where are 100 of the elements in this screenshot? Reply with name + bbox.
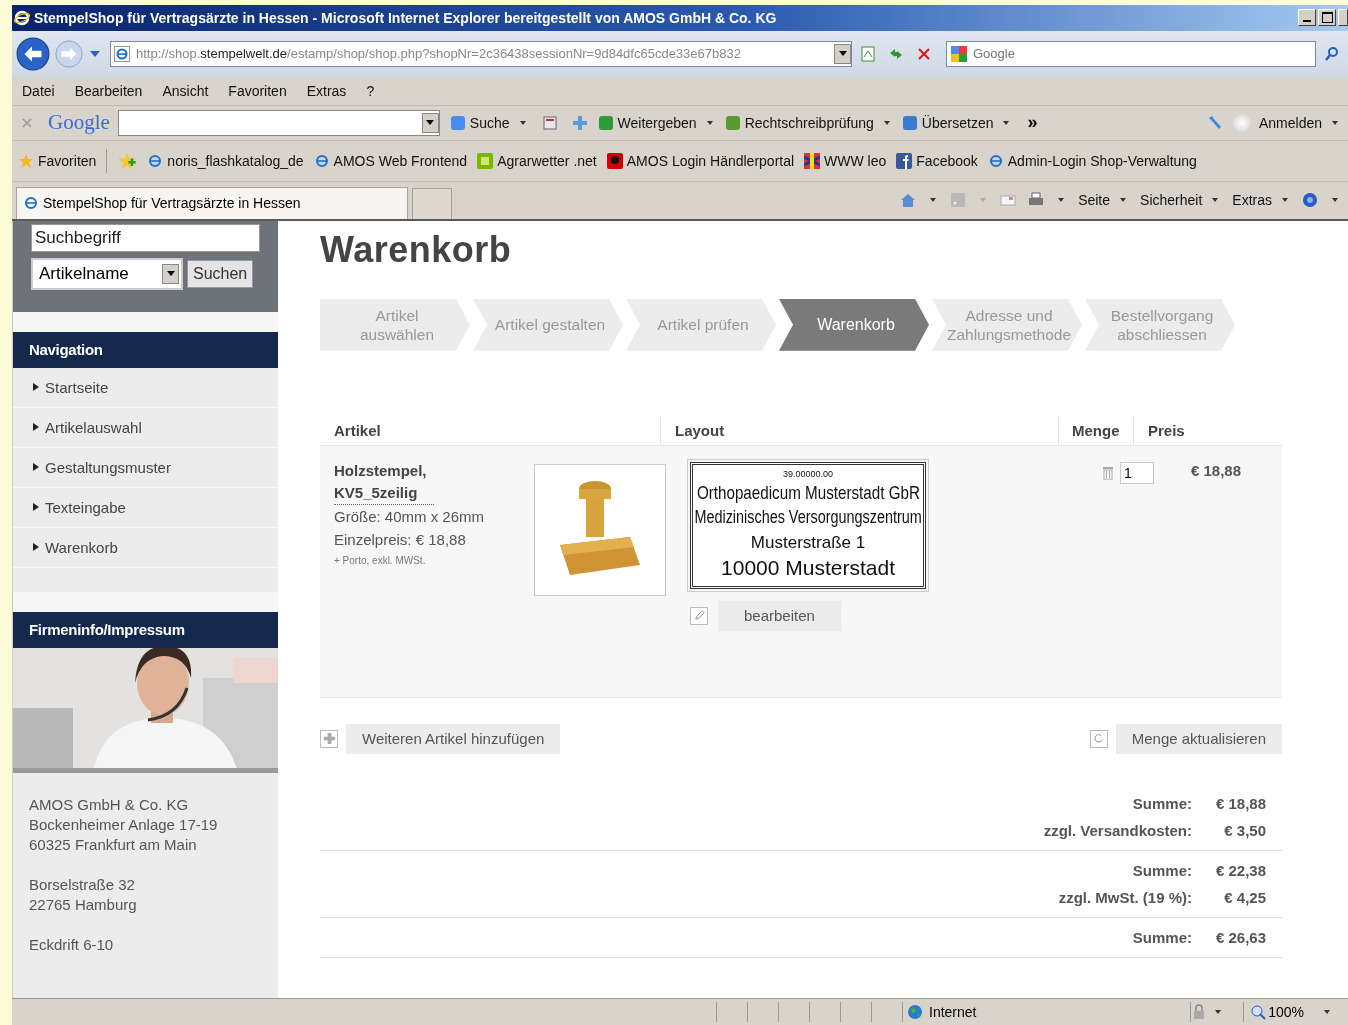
site-icon — [896, 152, 913, 169]
minimize-button[interactable] — [1298, 9, 1316, 27]
item-price: € 18,88 — [1191, 461, 1242, 479]
site-icon — [987, 152, 1004, 169]
close-button[interactable] — [1338, 9, 1348, 27]
toolbar-search-field[interactable] — [117, 109, 440, 136]
column-header: Layout — [660, 416, 1058, 445]
total-label: Summe: — [1132, 794, 1192, 812]
page-icon — [23, 195, 39, 212]
command-menu[interactable]: Seite — [1078, 192, 1133, 209]
total-value: € 26,63 — [1214, 928, 1266, 946]
browser-icon — [14, 10, 30, 26]
update-quantity-button[interactable]: Menge aktualisieren — [1115, 723, 1282, 754]
stamp-text-line: Medizinisches Versorgungszentrum — [694, 505, 922, 529]
command-menu[interactable]: Extras — [1232, 192, 1294, 209]
quantity-field[interactable]: 1 — [1120, 461, 1154, 484]
section-header: Firmeninfo/Impressum — [13, 611, 278, 648]
site-icon — [606, 152, 623, 169]
search-scope-select[interactable]: Artikelname — [31, 257, 183, 290]
total-label: zzgl. MwSt. (19 %): — [1058, 888, 1192, 906]
total-label: Summe: — [1132, 861, 1192, 879]
address-line: Bockenheimer Anlage 17-19 — [29, 814, 219, 835]
favorite-link[interactable]: Agrarwetter .net — [477, 152, 597, 169]
new-tab-button[interactable] — [412, 187, 452, 219]
add-icon[interactable] — [320, 729, 338, 748]
stamp-text-line: 10000 Musterstadt — [721, 554, 895, 580]
toolbar-logo: Google — [48, 110, 110, 136]
section-header: Navigation — [13, 331, 278, 368]
menu-item[interactable]: Datei — [22, 82, 55, 99]
url-text: http://shop.stempelwelt.de/estamp/shop/shop.php?shopNr=2c36438sessionNr=9d84dfc65cde33e67b832 — [136, 46, 742, 62]
add-item-button[interactable]: Weiteren Artikel hinzufügen — [346, 723, 561, 754]
favorite-link[interactable]: noris_flashkatalog_de — [147, 152, 304, 169]
security-zone: Internet — [902, 1002, 1177, 1022]
toolbar-icon — [449, 114, 466, 131]
column-header: Menge — [1058, 416, 1133, 445]
address-line: 60325 Frankfurt am Main — [29, 834, 198, 855]
site-icon — [313, 152, 330, 169]
search-provider-icon — [951, 45, 967, 62]
address-line: AMOS GmbH & Co. KG — [29, 794, 190, 815]
window-title: StempelShop für Vertragsärzte in Hessen - Microsoft Internet Explorer bereitgestellt von AMOS GmbH & Co. KG — [34, 10, 777, 26]
total-value: € 3,50 — [1223, 821, 1266, 839]
product-size: Größe: 40mm x 26mm — [334, 506, 486, 527]
edit-button[interactable]: bearbeiten — [718, 600, 841, 631]
globe-icon — [907, 1004, 923, 1020]
total-label: zzgl. Versandkosten: — [1043, 821, 1192, 839]
site-icon — [147, 152, 164, 169]
stamp-text-line: 39.00000.00 — [782, 467, 834, 480]
address-line: Borselstraße 32 — [29, 874, 136, 895]
back-button[interactable] — [16, 36, 50, 71]
column-header: Artikel — [333, 421, 382, 442]
zoom-level[interactable]: 100% — [1243, 1002, 1348, 1022]
address-line: Eckdrift 6-10 — [29, 934, 115, 955]
step-tab[interactable]: Warenkorb — [779, 298, 929, 351]
more-button[interactable]: » — [1027, 112, 1038, 134]
toolbar-icon — [724, 114, 741, 131]
search-field[interactable]: Google — [946, 40, 1316, 67]
search-button[interactable]: Suchen — [187, 259, 254, 288]
menu-item[interactable]: Ansicht — [162, 82, 209, 99]
trash-icon[interactable] — [1102, 465, 1114, 480]
menu-item[interactable]: Bearbeiten — [74, 82, 143, 99]
total-value: € 18,88 — [1214, 794, 1266, 812]
total-label: Summe: — [1132, 928, 1192, 946]
browser-tab[interactable]: StempelShop für Vertragsärzte in Hessen — [16, 186, 408, 219]
favorite-link[interactable]: Facebook — [896, 152, 978, 169]
toolbar-button[interactable]: Suche — [449, 114, 532, 131]
maximize-button[interactable] — [1318, 9, 1336, 27]
dropdown-button[interactable] — [834, 43, 851, 64]
sign-in-button[interactable]: Anmelden — [1232, 113, 1344, 132]
unit-price: Einzelpreis: € 18,88 — [334, 529, 467, 550]
refresh-icon[interactable] — [1089, 729, 1108, 748]
search-field[interactable]: Suchbegriff — [31, 223, 260, 252]
add-favorite-icon[interactable] — [117, 150, 138, 171]
magnifier-icon — [1250, 1004, 1267, 1020]
favorites-button[interactable]: Favoriten — [18, 152, 97, 169]
favorite-link[interactable]: WWW leo — [804, 152, 887, 169]
flag-icon — [804, 152, 821, 169]
toolbar-button[interactable]: Rechtschreibprüfung — [724, 114, 896, 131]
toolbar-button[interactable]: Weitergeben — [597, 114, 719, 131]
pencil-icon[interactable] — [690, 606, 708, 625]
product-link[interactable]: Holzstempel, KV5_5zeilig — [334, 459, 434, 505]
history-caret-icon[interactable] — [90, 50, 100, 57]
stamp-text-line: Musterstraße 1 — [750, 531, 866, 554]
menu-item[interactable]: Extras — [306, 82, 347, 99]
price-note: + Porto, exkl. MWSt. — [334, 554, 427, 566]
page-heading: Warenkorb — [320, 228, 513, 271]
total-value: € 4,25 — [1223, 888, 1266, 906]
site-icon — [477, 152, 494, 169]
menu-item[interactable]: ? — [366, 82, 375, 99]
address-field[interactable]: http://shop.stempelwelt.de/estamp/shop/shop.php?shopNr=2c36438sessionNr=9d84dfc65cde33e67b832 — [110, 40, 852, 67]
close-toolbar-icon[interactable] — [22, 117, 32, 128]
toolbar-icon — [597, 114, 614, 131]
dropdown-button[interactable] — [421, 112, 439, 133]
favorite-link[interactable]: AMOS Login Händlerportal — [606, 152, 795, 169]
toolbar-icon — [901, 114, 918, 131]
favorite-link[interactable]: Admin-Login Shop-Verwaltung — [987, 152, 1197, 169]
command-menu[interactable]: Sicherheit — [1140, 192, 1225, 209]
menu-item[interactable]: Favoriten — [228, 82, 287, 99]
favorite-link[interactable]: AMOS Web Frontend — [313, 152, 468, 169]
toolbar-button[interactable]: Übersetzen — [901, 114, 1016, 131]
column-header: Preis — [1133, 416, 1238, 445]
